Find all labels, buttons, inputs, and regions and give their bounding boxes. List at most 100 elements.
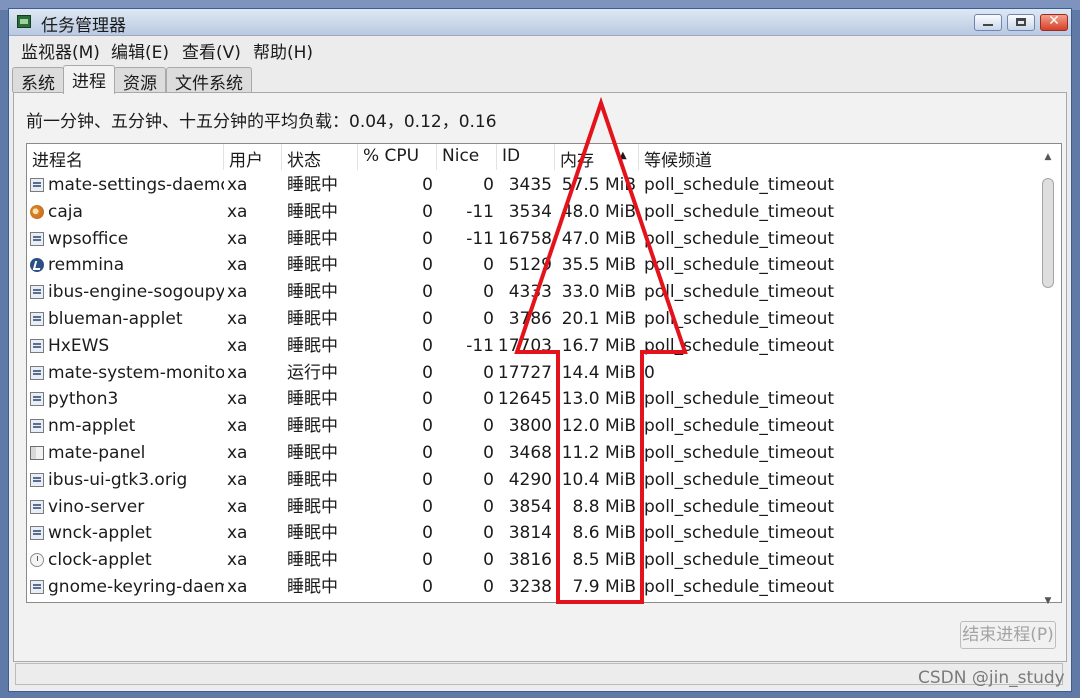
column-header-memory[interactable]: 内存 ▲ [555, 144, 639, 170]
process-wait-channel: poll_schedule_timeout [644, 255, 835, 276]
table-row[interactable]: wpsoffice xa 睡眠中 0 -11 16758 47.0 MiB poll_sche… [27, 226, 1047, 253]
close-button[interactable]: ✕ [1040, 13, 1068, 31]
process-state: 睡眠中 [287, 496, 338, 517]
process-state: 睡眠中 [287, 443, 338, 463]
process-nice: 0 [483, 550, 494, 571]
tab-system[interactable]: 系统 [12, 67, 64, 94]
column-header-name[interactable]: 进程名 [27, 144, 224, 170]
table-row[interactable]: wnck-applet xa 睡眠中 0 0 3814 8.6 MiB poll_schedu… [27, 520, 1047, 547]
process-user: xa [227, 309, 248, 329]
window-title: 任务管理器 [41, 16, 126, 36]
process-state: 睡眠中 [287, 228, 338, 249]
process-nice: 0 [483, 577, 494, 597]
process-wait-channel: poll_schedule_timeout [644, 469, 835, 490]
panel-icon [30, 446, 44, 460]
process-wait-channel: poll_schedule_timeout [644, 550, 835, 571]
process-nice: 0 [483, 309, 494, 329]
process-id: 3800 [508, 416, 552, 437]
process-id: 12645 [497, 389, 552, 410]
process-list-scrollbar[interactable]: ▲ ▼ [1040, 152, 1056, 612]
table-row[interactable]: caja xa 睡眠中 0 -11 3534 48.0 MiB poll_schedule_t… [27, 199, 1047, 226]
end-process-button[interactable]: 结束进程(P) [960, 621, 1056, 649]
process-nice: 0 [483, 523, 494, 544]
process-cpu: 0 [422, 201, 433, 222]
process-memory: 57.5 MiB [561, 175, 636, 195]
table-row[interactable]: blueman-applet xa 睡眠中 0 0 3786 20.1 MiB poll_sc… [27, 306, 1047, 333]
minimize-button[interactable] [974, 14, 1002, 31]
remmina-icon [30, 258, 44, 273]
scroll-up-icon[interactable]: ▲ [1040, 152, 1056, 168]
task-manager-window: 任务管理器 ✕ 监视器(M) 编辑(E) 查看(V) 帮助(H) 系统 进程 资… [8, 8, 1072, 692]
table-row[interactable]: HxEWS xa 睡眠中 0 -11 17703 16.7 MiB poll_schedule… [27, 333, 1047, 360]
process-list[interactable]: 进程名 用户 状态 % CPU Nice ID 内存 ▲ 等候频道 mate-s… [26, 143, 1062, 603]
table-row[interactable]: mate-settings-daemon xa 睡眠中 0 0 3435 57.5 MiB p… [27, 172, 1047, 199]
tab-resources[interactable]: 资源 [114, 67, 166, 94]
process-name: gnome-keyring-daemon [48, 577, 224, 597]
process-memory: 48.0 MiB [561, 201, 636, 222]
process-memory: 35.5 MiB [561, 255, 636, 276]
table-row[interactable]: python3 xa 睡眠中 0 0 12645 13.0 MiB poll_schedule… [27, 386, 1047, 413]
process-memory: 8.6 MiB [572, 523, 637, 544]
process-wait-channel: poll_schedule_timeout [644, 577, 835, 597]
process-nice: 0 [483, 255, 494, 276]
menu-view[interactable]: 查看(V) [182, 38, 241, 63]
column-header-user[interactable]: 用户 [224, 144, 282, 170]
process-id: 3468 [508, 443, 552, 463]
menu-edit[interactable]: 编辑(E) [111, 38, 169, 63]
title-bar[interactable]: 任务管理器 ✕ [9, 9, 1071, 36]
table-row[interactable]: mate-panel xa 睡眠中 0 0 3468 11.2 MiB poll_schedu… [27, 440, 1047, 467]
status-bar [15, 663, 1063, 685]
process-state: 睡眠中 [287, 523, 338, 544]
scrollbar-thumb[interactable] [1042, 178, 1054, 288]
app-icon [30, 178, 44, 192]
process-id: 5129 [508, 255, 552, 276]
column-header-state[interactable]: 状态 [282, 144, 358, 170]
process-user: xa [227, 335, 248, 356]
process-name: python3 [48, 389, 119, 410]
process-wait-channel: poll_schedule_timeout [644, 416, 835, 437]
process-name: caja [48, 201, 83, 222]
process-nice: -11 [466, 228, 494, 249]
column-header-nice[interactable]: Nice [437, 144, 497, 170]
table-row[interactable]: clock-applet xa 睡眠中 0 0 3816 8.5 MiB poll_sched… [27, 547, 1047, 574]
menu-help[interactable]: 帮助(H) [253, 38, 313, 63]
maximize-button[interactable] [1007, 14, 1035, 31]
process-id: 3435 [508, 175, 552, 195]
column-header-wait-channel[interactable]: 等候频道 [639, 144, 1047, 170]
process-memory: 8.5 MiB [572, 550, 637, 571]
process-id: 3816 [508, 550, 552, 571]
process-wait-channel: poll_schedule_timeout [644, 523, 835, 544]
process-state: 睡眠中 [287, 416, 338, 437]
process-cpu: 0 [422, 255, 433, 276]
process-user: xa [227, 523, 248, 544]
process-wait-channel: poll_schedule_timeout [644, 175, 835, 195]
process-name: HxEWS [48, 335, 110, 356]
table-row[interactable]: ibus-engine-sogoupy xa 睡眠中 0 0 4333 33.0 MiB po… [27, 279, 1047, 306]
process-state: 睡眠中 [287, 550, 338, 571]
process-cpu: 0 [422, 550, 433, 571]
table-row[interactable]: nm-applet xa 睡眠中 0 0 3800 12.0 MiB poll_schedul… [27, 413, 1047, 440]
process-user: xa [227, 255, 248, 276]
process-state: 睡眠中 [287, 175, 338, 195]
process-name: mate-system-monitor [48, 362, 224, 383]
process-user: xa [227, 282, 248, 303]
process-name: mate-panel [48, 443, 146, 463]
process-id: 3814 [508, 523, 552, 544]
table-row[interactable]: vino-server xa 睡眠中 0 0 3854 8.8 MiB poll_schedu… [27, 494, 1047, 521]
process-name: blueman-applet [48, 309, 183, 329]
column-header-id[interactable]: ID [497, 144, 555, 170]
tab-file-systems[interactable]: 文件系统 [166, 67, 252, 94]
processes-panel: 前一分钟、五分钟、十五分钟的平均负载：0.04，0.12，0.16 进程名 用户… [13, 92, 1067, 662]
table-row[interactable]: mate-system-monitor xa 运行中 0 0 17727 14.4 MiB 0 [27, 360, 1047, 387]
process-name: clock-applet [48, 550, 152, 571]
table-row[interactable]: gnome-keyring-daemonxa 睡眠中 0 0 3238 7.9 MiB po… [27, 574, 1047, 601]
tab-processes[interactable]: 进程 [63, 65, 115, 94]
column-header-cpu[interactable]: % CPU [358, 144, 437, 170]
process-user: xa [227, 201, 248, 222]
table-row[interactable]: ibus-ui-gtk3.orig xa 睡眠中 0 0 4290 10.4 MiB poll… [27, 467, 1047, 494]
table-row[interactable]: remmina xa 睡眠中 0 0 5129 35.5 MiB poll_schedule_… [27, 252, 1047, 279]
process-memory: 16.7 MiB [561, 335, 636, 356]
scroll-down-icon[interactable]: ▼ [1040, 596, 1056, 612]
process-id: 3534 [508, 201, 552, 222]
menu-monitor[interactable]: 监视器(M) [21, 38, 100, 63]
